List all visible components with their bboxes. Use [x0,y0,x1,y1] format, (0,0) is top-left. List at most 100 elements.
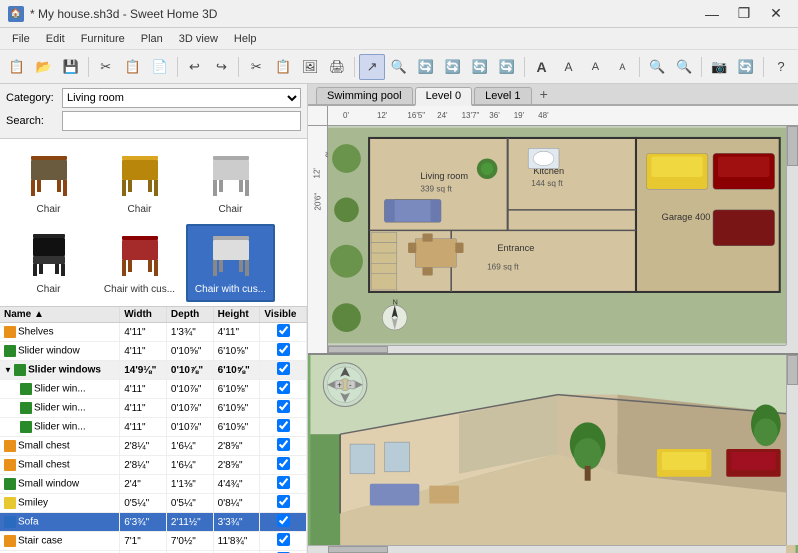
open-button[interactable]: 📂 [31,54,57,80]
cell-visible[interactable] [260,494,307,513]
minimize-button[interactable]: — [698,4,726,24]
tab-swimming-pool[interactable]: Swimming pool [316,87,413,104]
cell-visible[interactable] [260,475,307,494]
visible-checkbox[interactable] [277,381,290,394]
table-row[interactable]: Small window2'4"1'1⅜"4'4¾" [0,475,307,494]
3d-horizontal-scrollbar[interactable] [308,545,786,553]
row-icon [4,459,16,471]
select-button[interactable]: ↗ [359,54,385,80]
table-row[interactable]: Small chest2'8¼"1'6¼"2'8⅝" [0,437,307,456]
search-input[interactable] [62,111,301,131]
tab-add-button[interactable]: + [534,84,554,104]
textsize4-button[interactable]: A [609,54,635,80]
window-controls[interactable]: — ❒ ✕ [698,4,790,24]
cut2-button[interactable]: ✂ [243,54,269,80]
menu-furniture[interactable]: Furniture [73,31,133,47]
compass-button[interactable]: 🔄 [494,54,520,80]
3d-button[interactable]: 🔄 [733,54,759,80]
horizontal-scrollbar[interactable] [328,345,786,353]
visible-checkbox[interactable] [277,438,290,451]
furniture-item-2[interactable]: Chair [95,143,184,221]
visible-checkbox[interactable] [277,514,290,527]
table-row[interactable]: Small chest2'8¼"1'6¼"2'8⅝" [0,456,307,475]
text-button[interactable]: 🔄 [467,54,493,80]
textsize-button[interactable]: A [529,54,555,80]
table-row[interactable]: Sofa6'3¾"2'11½"3'3¾" [0,513,307,532]
copy2-button[interactable]: 📋 [270,54,296,80]
save-button[interactable]: 💾 [58,54,84,80]
category-select[interactable]: Living room Bedroom Kitchen [62,88,301,108]
menu-edit[interactable]: Edit [38,31,73,47]
cell-height: 4'11" [213,323,260,342]
cell-visible[interactable] [260,361,307,380]
zoomout-button[interactable]: 🔍 [671,54,697,80]
visible-checkbox[interactable] [277,362,290,375]
wall-button[interactable]: 🔄 [413,54,439,80]
3d-vertical-scrollbar[interactable] [786,355,798,545]
visible-checkbox[interactable] [277,476,290,489]
textsize2-button[interactable]: A [556,54,582,80]
vertical-scrollbar[interactable] [786,126,798,345]
visible-checkbox[interactable] [277,457,290,470]
visible-checkbox[interactable] [277,533,290,546]
plan-canvas[interactable]: Living room 339 sq ft Kitchen 144 sq ft … [328,126,790,345]
undo-button[interactable]: ↩ [182,54,208,80]
furniture-item-6[interactable]: Chair with cus... [186,224,275,302]
visible-checkbox[interactable] [277,419,290,432]
cell-width: 4'11" [120,380,167,399]
visible-checkbox[interactable] [277,324,290,337]
3d-vscroll-thumb[interactable] [787,355,798,385]
tab-level0[interactable]: Level 0 [415,87,472,106]
print-button[interactable]: 🖨 [324,54,350,80]
vscroll-thumb[interactable] [787,126,798,166]
menu-plan[interactable]: Plan [133,31,171,47]
paste-button[interactable]: 📄 [147,54,173,80]
table-row[interactable]: Slider window4'11"0'10⅝"6'10⅝" [0,342,307,361]
new-button[interactable]: 📋 [4,54,30,80]
table-row[interactable]: Slider win...4'11"0'10⅞"6'10⅝" [0,380,307,399]
3d-view[interactable]: + - [308,353,798,553]
cell-visible[interactable] [260,418,307,437]
cell-visible[interactable] [260,399,307,418]
zoomin-button[interactable]: 🔍 [644,54,670,80]
menu-help[interactable]: Help [226,31,265,47]
cell-visible[interactable] [260,513,307,532]
furniture-item-4[interactable]: Chair [4,224,93,302]
pan-button[interactable]: 🔍 [386,54,412,80]
cell-visible[interactable] [260,342,307,361]
cell-width: 4'11" [120,399,167,418]
furniture-item-3[interactable]: Chair [186,143,275,221]
visible-checkbox[interactable] [277,400,290,413]
help-button[interactable]: ? [768,54,794,80]
cell-visible[interactable] [260,323,307,342]
menu-file[interactable]: File [4,31,38,47]
redo-button[interactable]: ↪ [208,54,234,80]
camera-button[interactable]: 📷 [706,54,732,80]
menu-3dview[interactable]: 3D view [171,31,226,47]
textsize3-button[interactable]: A [582,54,608,80]
cut-button[interactable]: ✂ [93,54,119,80]
visible-checkbox[interactable] [277,343,290,356]
visible-checkbox[interactable] [277,495,290,508]
furniture-item-5[interactable]: Chair with cus... [95,224,184,302]
close-button[interactable]: ✕ [762,4,790,24]
cell-visible[interactable] [260,532,307,551]
table-row[interactable]: Stair case7'1"7'0½"11'8¾" [0,532,307,551]
hscroll-thumb[interactable] [328,346,388,353]
table-row[interactable]: Slider win...4'11"0'10⅞"6'10⅝" [0,399,307,418]
table-row[interactable]: ▼ Slider windows14'9⅛"0'10⅞"6'10⅝" [0,361,307,380]
table-row[interactable]: Smiley0'5¼"0'5¼"0'8¼" [0,494,307,513]
room-button[interactable]: 🔄 [440,54,466,80]
furniture-item-1[interactable]: Chair [4,143,93,221]
3d-hscroll-thumb[interactable] [328,546,388,553]
floor-plan[interactable]: 0' 12' 16'5" 24' 13'7" 36' 19' 48' 0' 12… [308,106,798,353]
cell-visible[interactable] [260,456,307,475]
copy-button[interactable]: 📋 [120,54,146,80]
table-row[interactable]: Slider win...4'11"0'10⅞"6'10⅝" [0,418,307,437]
cell-visible[interactable] [260,437,307,456]
table-row[interactable]: Shelves4'11"1'3¾"4'11" [0,323,307,342]
cell-visible[interactable] [260,380,307,399]
export-button[interactable]: 🖼 [297,54,323,80]
tab-level1[interactable]: Level 1 [474,87,531,104]
maximize-button[interactable]: ❒ [730,4,758,24]
